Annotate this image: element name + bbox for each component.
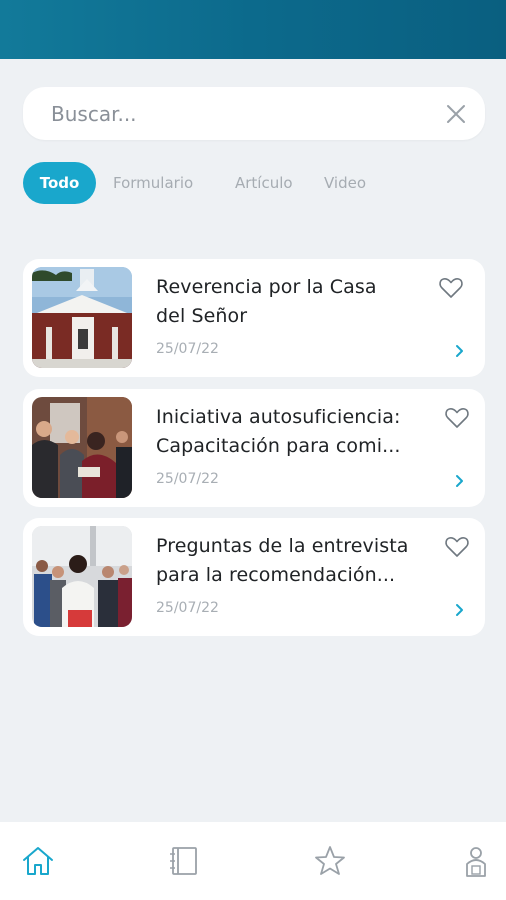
list-item[interactable]: Preguntas de la entrevista para la recom… (23, 518, 485, 636)
heart-icon[interactable] (444, 406, 470, 430)
home-icon[interactable] (21, 844, 55, 878)
article-thumbnail-image (32, 397, 132, 498)
item-title: Iniciativa autosuficiencia: Capacitación… (156, 406, 401, 457)
filter-tab-todo[interactable]: Todo (23, 162, 96, 204)
article-thumbnail-image (32, 267, 132, 368)
article-thumbnail-image (32, 526, 132, 627)
chevron-right-icon[interactable] (454, 474, 466, 488)
filter-tab-articulo[interactable]: Artículo (235, 162, 293, 204)
item-title: Preguntas de la entrevista para la recom… (156, 535, 409, 586)
item-date: 25/07/22 (156, 600, 219, 616)
app-header-bar (0, 0, 506, 59)
profile-badge-icon[interactable] (459, 844, 493, 878)
item-date: 25/07/22 (156, 471, 219, 487)
filter-tab-formulario[interactable]: Formulario (113, 162, 193, 204)
heart-icon[interactable] (444, 535, 470, 559)
item-title: Reverencia por la Casa del Señor (156, 276, 377, 327)
star-icon[interactable] (313, 844, 347, 878)
list-item[interactable]: Iniciativa autosuficiencia: Capacitación… (23, 389, 485, 507)
notebook-icon[interactable] (167, 844, 201, 878)
item-date: 25/07/22 (156, 341, 219, 357)
heart-icon[interactable] (438, 276, 464, 300)
search-input[interactable] (51, 87, 431, 140)
close-icon[interactable] (445, 103, 467, 125)
chevron-right-icon[interactable] (454, 344, 466, 358)
chevron-right-icon[interactable] (454, 603, 466, 617)
filter-tab-video[interactable]: Video (324, 162, 366, 204)
list-item[interactable]: Reverencia por la Casa del Señor 25/07/2… (23, 259, 485, 377)
bottom-navigation (0, 822, 506, 900)
search-bar (23, 87, 485, 140)
